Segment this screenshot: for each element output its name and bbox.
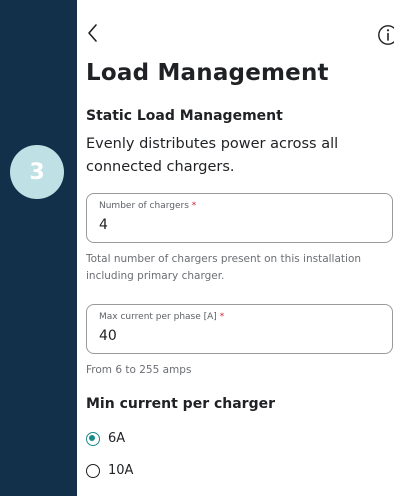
info-circle-icon[interactable] — [377, 24, 394, 46]
number-of-chargers-helper: Total number of chargers present on this… — [86, 253, 362, 282]
min-current-title: Min current per charger — [86, 396, 276, 412]
max-current-value: 40 — [99, 328, 117, 344]
max-current-helper: From 6 to 255 amps — [86, 364, 192, 376]
chevron-left-icon[interactable] — [86, 22, 100, 44]
page-title: Load Management — [86, 60, 329, 86]
step-number: 3 — [29, 159, 45, 185]
section-title: Static Load Management — [86, 108, 283, 124]
top-bar — [77, 0, 394, 56]
required-marker: * — [191, 201, 197, 211]
radio-option-10a[interactable]: 10A — [86, 463, 133, 478]
max-current-label: Max current per phase [A] * — [99, 312, 224, 322]
number-of-chargers-value: 4 — [99, 217, 108, 233]
load-management-screen: Load Management Static Load Management E… — [77, 0, 394, 496]
radio-option-label: 10A — [108, 463, 134, 478]
max-current-per-phase-field[interactable]: Max current per phase [A] * 40 — [86, 304, 393, 354]
max-current-label-text: Max current per phase [A] — [99, 312, 217, 322]
radio-option-6a[interactable]: 6A — [86, 431, 125, 446]
number-of-chargers-label: Number of chargers * — [99, 201, 196, 211]
number-of-chargers-field[interactable]: Number of chargers * 4 — [86, 193, 393, 243]
section-description: Evenly distributes power across all conn… — [86, 136, 339, 175]
number-of-chargers-label-text: Number of chargers — [99, 201, 189, 211]
radio-option-label: 6A — [108, 431, 126, 446]
required-marker: * — [219, 312, 225, 322]
radio-selected-icon[interactable] — [86, 431, 100, 446]
radio-unselected-icon[interactable] — [86, 463, 100, 478]
step-number-badge: 3 — [10, 145, 64, 199]
